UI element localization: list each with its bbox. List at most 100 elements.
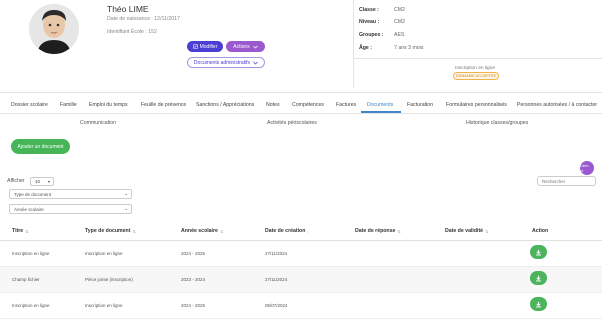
cell-type: Inscription en ligne <box>85 303 123 308</box>
document-type-placeholder: Type de document <box>14 191 52 197</box>
column-date-reponse[interactable]: Date de réponse ⇅ <box>355 228 401 234</box>
request-label: Inscription en ligne <box>455 66 495 71</box>
main-tabs: Dossier scolaire Famille Emploi du temps… <box>0 96 602 113</box>
date-of-birth: Date de naissance : 12/11/2017 <box>107 16 180 22</box>
column-type-document[interactable]: Type de document ⇅ <box>85 228 136 234</box>
table-row: Inscription en ligne Inscription en lign… <box>0 293 602 319</box>
edit-icon <box>192 44 198 49</box>
subtab-historique[interactable]: Historique classes/groupes <box>466 120 528 126</box>
chevron-down-icon: ⌄ <box>124 206 128 211</box>
info-label: Groupes : <box>359 32 384 38</box>
column-titre[interactable]: Titre ⇅ <box>12 228 29 234</box>
show-entries-value: 10 <box>35 179 41 184</box>
subtab-activites-periscolaires[interactable]: Activités périscolaires <box>267 120 317 126</box>
tabs-rule <box>0 113 602 114</box>
school-year-placeholder: Année scolaire <box>14 206 44 212</box>
documents-administratifs-button[interactable]: Documents administratifs <box>187 57 265 68</box>
add-document-button[interactable]: Ajouter un document <box>11 139 70 154</box>
info-groupes: Groupes : AES <box>359 32 404 38</box>
status-badge: DEMANDE ACCEPTÉE <box>453 72 499 80</box>
sort-icon: ↓ <box>307 228 310 234</box>
modifier-button[interactable]: Modifier <box>187 41 223 52</box>
info-classe: Classe : CM2 <box>359 7 405 13</box>
search-input[interactable] <box>537 176 596 186</box>
school-year-select[interactable]: Année scolaire ⌄ <box>9 204 132 214</box>
info-age: Âge : 7 ans 3 mois <box>359 45 423 51</box>
tab-competences[interactable]: Compétences <box>292 96 324 113</box>
cell-created: 27/11/2024 <box>265 251 288 256</box>
tab-facturation[interactable]: Facturation <box>407 96 433 113</box>
show-entries-label: Afficher <box>7 178 25 184</box>
download-button[interactable] <box>530 245 547 259</box>
column-label: Date de validité <box>445 228 484 234</box>
tab-notes[interactable]: Notes <box>266 96 280 113</box>
floating-action-button[interactable]: Dém. cl. <box>580 161 594 175</box>
chevron-down-icon <box>252 45 258 49</box>
column-action: Action <box>532 228 548 234</box>
info-label: Âge : <box>359 45 372 51</box>
table-row: Champ fichier Pièce jointe (inscription)… <box>0 267 602 293</box>
show-entries-select[interactable]: 10 ▾ <box>30 177 54 186</box>
info-niveau: Niveau : CM2 <box>359 19 405 25</box>
header-rule <box>0 92 602 93</box>
tab-emploi-du-temps[interactable]: Emploi du temps <box>89 96 128 113</box>
student-name: Théo LIME <box>107 4 149 14</box>
download-button[interactable] <box>530 271 547 285</box>
column-label: Type de document <box>85 228 131 234</box>
table-header: Titre ⇅ Type de document ⇅ Année scolair… <box>0 225 602 241</box>
info-value: CM2 <box>394 19 405 25</box>
column-annee-scolaire[interactable]: Année scolaire ⇅ <box>181 228 223 234</box>
column-date-creation[interactable]: Date de création ↓ <box>265 228 309 234</box>
school-identifier: Identifiant École : 152 <box>107 29 157 35</box>
cell-title: Inscription en ligne <box>12 251 50 256</box>
column-label: Titre <box>12 228 24 234</box>
cell-title: Inscription en ligne <box>12 303 50 308</box>
column-label: Date de réponse <box>355 228 396 234</box>
column-label: Action <box>532 228 549 234</box>
sort-icon: ⇅ <box>219 228 224 234</box>
actions-label: Actions <box>233 43 250 50</box>
sub-tabs: Communication Activités périscolaires Hi… <box>0 120 602 129</box>
table-row: Inscription en ligne Inscription en lign… <box>0 241 602 267</box>
info-label: Classe : <box>359 7 379 13</box>
download-icon <box>536 249 541 255</box>
chevron-down-icon: ⌄ <box>124 191 128 196</box>
chevron-down-icon: ▾ <box>47 179 50 184</box>
tab-feuille-de-presence[interactable]: Feuille de présence <box>141 96 186 113</box>
avatar <box>29 4 79 54</box>
tab-personnes-autorisees[interactable]: Personnes autorisées / à contacter <box>517 96 597 113</box>
info-label: Niveau : <box>359 19 380 25</box>
info-value: 7 ans 3 mois <box>394 45 424 51</box>
document-type-select[interactable]: Type de document ⌄ <box>9 189 132 199</box>
documents-administratifs-label: Documents administratifs <box>193 59 251 66</box>
info-value: CM2 <box>394 7 405 13</box>
info-value: AES <box>394 32 405 38</box>
subtab-communication[interactable]: Communication <box>80 120 116 126</box>
cell-created: 06/07/2024 <box>265 303 288 308</box>
download-button[interactable] <box>530 297 547 311</box>
modifier-label: Modifier <box>199 43 218 50</box>
column-date-validite[interactable]: Date de validité ⇅ <box>445 228 488 234</box>
tab-factures[interactable]: Factures <box>336 96 356 113</box>
column-label: Date de création <box>265 228 306 234</box>
tab-famille[interactable]: Famille <box>60 96 77 113</box>
tab-sanctions[interactable]: Sanctions / Appréciations <box>196 96 254 113</box>
cell-title: Champ fichier <box>12 277 40 282</box>
download-icon <box>536 275 541 281</box>
cell-year: 2023 - 2024 <box>181 277 206 282</box>
student-header: Théo LIME Date de naissance : 12/11/2017… <box>0 0 602 93</box>
actions-button[interactable]: Actions <box>226 41 265 52</box>
tab-formulaires[interactable]: Formulaires personnalisés <box>446 96 507 113</box>
sort-icon: ⇅ <box>132 228 136 234</box>
chevron-down-icon <box>253 61 258 65</box>
cell-type: Inscription en ligne <box>85 251 123 256</box>
header-divider <box>353 0 354 88</box>
info-divider <box>353 58 602 59</box>
cell-type: Pièce jointe (inscription) <box>85 277 133 282</box>
cell-year: 2024 - 2025 <box>181 251 206 256</box>
download-icon <box>536 301 541 307</box>
sort-icon: ⇅ <box>397 228 401 234</box>
tab-dossier-scolaire[interactable]: Dossier scolaire <box>11 96 48 113</box>
cell-created: 27/11/2024 <box>265 277 288 282</box>
sort-icon: ⇅ <box>25 228 29 234</box>
